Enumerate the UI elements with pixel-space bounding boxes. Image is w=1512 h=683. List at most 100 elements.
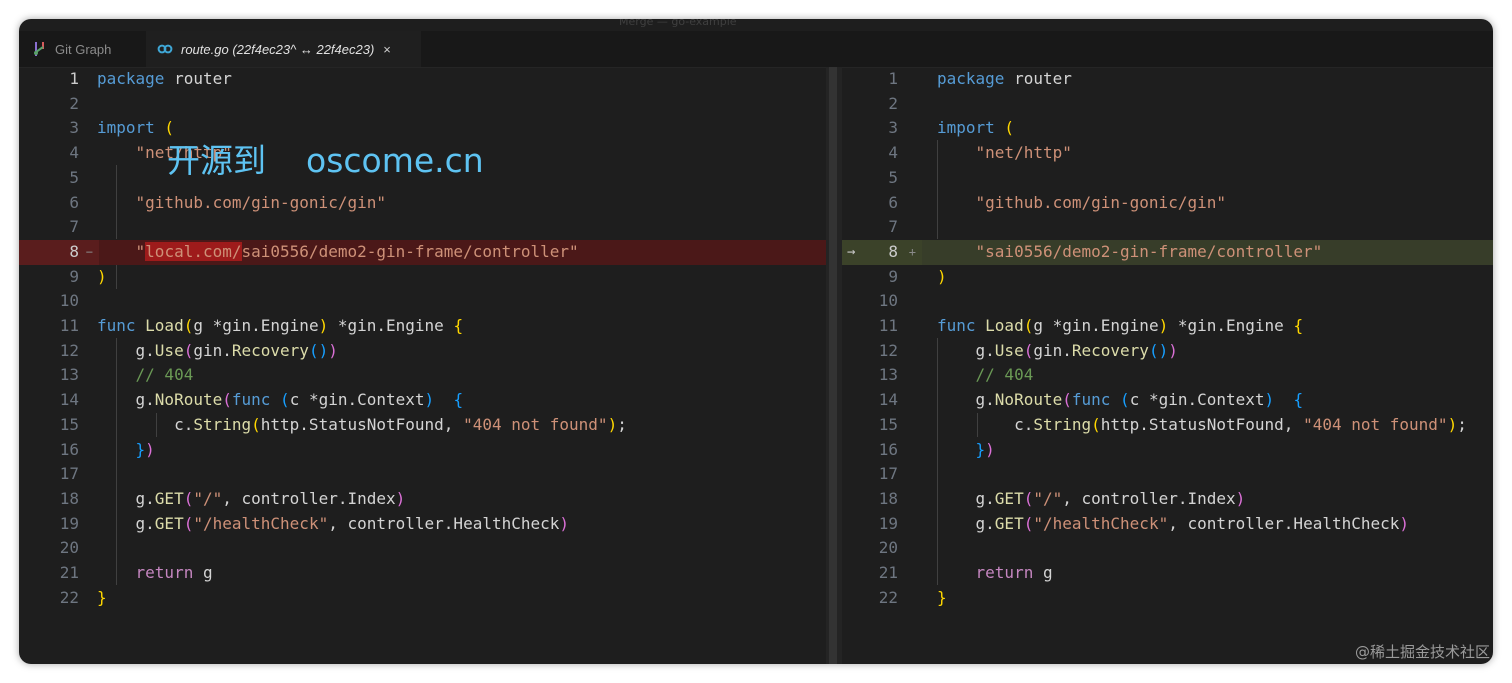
- tab-bar: Git Graph route.go (22f4ec23^ ↔ 22f4ec23…: [19, 31, 1493, 68]
- line-number: 19: [59, 513, 79, 533]
- line-number: 12: [878, 340, 898, 360]
- code-line: 7: [842, 215, 1493, 240]
- window-title: Merge — go-example: [619, 19, 737, 28]
- code-line: 13 // 404: [842, 363, 1493, 388]
- code-line: 20: [19, 536, 826, 561]
- code-line: 2: [19, 92, 826, 117]
- code-line: 15 c.String(http.StatusNotFound, "404 no…: [19, 413, 826, 438]
- line-number: 2: [888, 93, 898, 113]
- diff-editor-window: Merge — go-example Git Graph route.go (2…: [19, 19, 1493, 664]
- watermark-overlay: 开源到 oscome.cn: [167, 141, 484, 180]
- code-line: 19 g.GET("/healthCheck", controller.Heal…: [842, 512, 1493, 537]
- line-number: 21: [59, 563, 79, 582]
- line-number: 18: [59, 488, 79, 508]
- code-line: 14 g.NoRoute(func (c *gin.Context) {: [842, 388, 1493, 413]
- line-number: 5: [888, 167, 898, 187]
- code-line: 15 c.String(http.StatusNotFound, "404 no…: [842, 413, 1493, 438]
- line-number: 13: [59, 365, 79, 385]
- code-line: 11 func Load(g *gin.Engine) *gin.Engine {: [842, 314, 1493, 339]
- line-number: 16: [878, 439, 898, 459]
- line-number: 1: [69, 69, 79, 88]
- code-line: 17: [19, 462, 826, 487]
- line-number: 3: [888, 118, 898, 138]
- line-number: 4: [888, 143, 898, 163]
- line-number: 7: [69, 217, 79, 237]
- line-number: 15: [59, 414, 79, 434]
- code-line: 12 g.Use(gin.Recovery()): [19, 339, 826, 364]
- tab-label: Git Graph: [55, 41, 112, 57]
- code-line: 21 return g: [19, 561, 826, 586]
- code-line: 6 "github.com/gin-gonic/gin": [19, 191, 826, 216]
- code-line: 2: [842, 92, 1493, 117]
- title-bar: Merge — go-example: [19, 19, 1493, 31]
- line-number: 11: [878, 316, 898, 335]
- code-line: 21 return g: [842, 561, 1493, 586]
- tab-label: route.go (22f4ec23^ ↔ 22f4ec23): [181, 41, 375, 57]
- line-number: 21: [878, 563, 898, 582]
- code-line: 11 func Load(g *gin.Engine) *gin.Engine {: [19, 314, 826, 339]
- footer-watermark: @稀土掘金技术社区: [1354, 643, 1490, 661]
- line-number: 10: [59, 291, 79, 311]
- code-line: 18 g.GET("/", controller.Index): [842, 487, 1493, 512]
- code-line: 19 g.GET("/healthCheck", controller.Heal…: [19, 512, 826, 537]
- code-line: 12 g.Use(gin.Recovery()): [842, 339, 1493, 364]
- line-number: 13: [878, 365, 898, 385]
- close-icon[interactable]: ×: [383, 42, 391, 57]
- line-number: 5: [69, 167, 79, 187]
- tab-git-graph[interactable]: Git Graph: [19, 31, 146, 67]
- modified-editor-pane[interactable]: 1 package router 2 3 import ( 4 "net/http"…: [842, 67, 1493, 664]
- line-number: 14: [59, 390, 79, 410]
- line-number: 10: [878, 291, 898, 311]
- removed-text: local.com/: [145, 241, 242, 261]
- go-icon: [157, 44, 173, 54]
- line-number: 20: [59, 538, 79, 558]
- line-number: 16: [59, 439, 79, 459]
- code-line: 6 "github.com/gin-gonic/gin": [842, 191, 1493, 216]
- line-number: 4: [69, 143, 79, 163]
- code-line: 4 "net/http": [842, 141, 1493, 166]
- line-number: 8: [888, 241, 898, 261]
- line-number: 8: [69, 241, 79, 261]
- git-graph-icon: [33, 41, 47, 57]
- code-line: 9): [842, 265, 1493, 290]
- revert-arrow-icon[interactable]: →: [847, 240, 855, 265]
- code-line: 22}: [19, 586, 826, 611]
- pane-divider-scrollbar[interactable]: [826, 67, 842, 664]
- line-number: 15: [878, 414, 898, 434]
- code-line: 3 import (: [842, 116, 1493, 141]
- code-line: 5: [842, 166, 1493, 191]
- line-number: 17: [59, 464, 79, 484]
- line-number: 19: [878, 513, 898, 533]
- tab-route-go[interactable]: route.go (22f4ec23^ ↔ 22f4ec23) ×: [146, 31, 421, 67]
- code-line: 18 g.GET("/", controller.Index): [19, 487, 826, 512]
- line-number: 11: [59, 316, 79, 335]
- removed-marker: −: [85, 244, 93, 259]
- code-line: 9): [19, 265, 826, 290]
- line-number: 7: [888, 217, 898, 237]
- line-number: 9: [888, 266, 898, 286]
- line-number: 20: [878, 538, 898, 558]
- line-number: 22: [59, 587, 79, 607]
- inserted-marker: +: [908, 244, 916, 259]
- code-line: 1 package router: [842, 67, 1493, 92]
- code-line: 13 // 404: [19, 363, 826, 388]
- line-number: 6: [69, 192, 79, 212]
- line-number: 12: [59, 340, 79, 360]
- code-line: 17: [842, 462, 1493, 487]
- line-number: 14: [878, 390, 898, 410]
- inserted-line: → 8 + "sai0556/demo2-gin-frame/controller": [842, 239, 1493, 265]
- line-number: 22: [878, 587, 898, 607]
- line-number: 2: [69, 93, 79, 113]
- line-number: 18: [878, 488, 898, 508]
- code-line: 1 package router: [19, 67, 826, 92]
- line-number: 17: [878, 464, 898, 484]
- line-number: 3: [69, 118, 79, 138]
- line-number: 6: [888, 192, 898, 212]
- scrollbar-thumb[interactable]: [829, 67, 837, 664]
- code-line: 10: [842, 289, 1493, 314]
- line-number: 1: [888, 69, 898, 88]
- code-line: 22}: [842, 586, 1493, 611]
- line-number: 9: [69, 266, 79, 286]
- code-line: 20: [842, 536, 1493, 561]
- code-line: 14 g.NoRoute(func (c *gin.Context) {: [19, 388, 826, 413]
